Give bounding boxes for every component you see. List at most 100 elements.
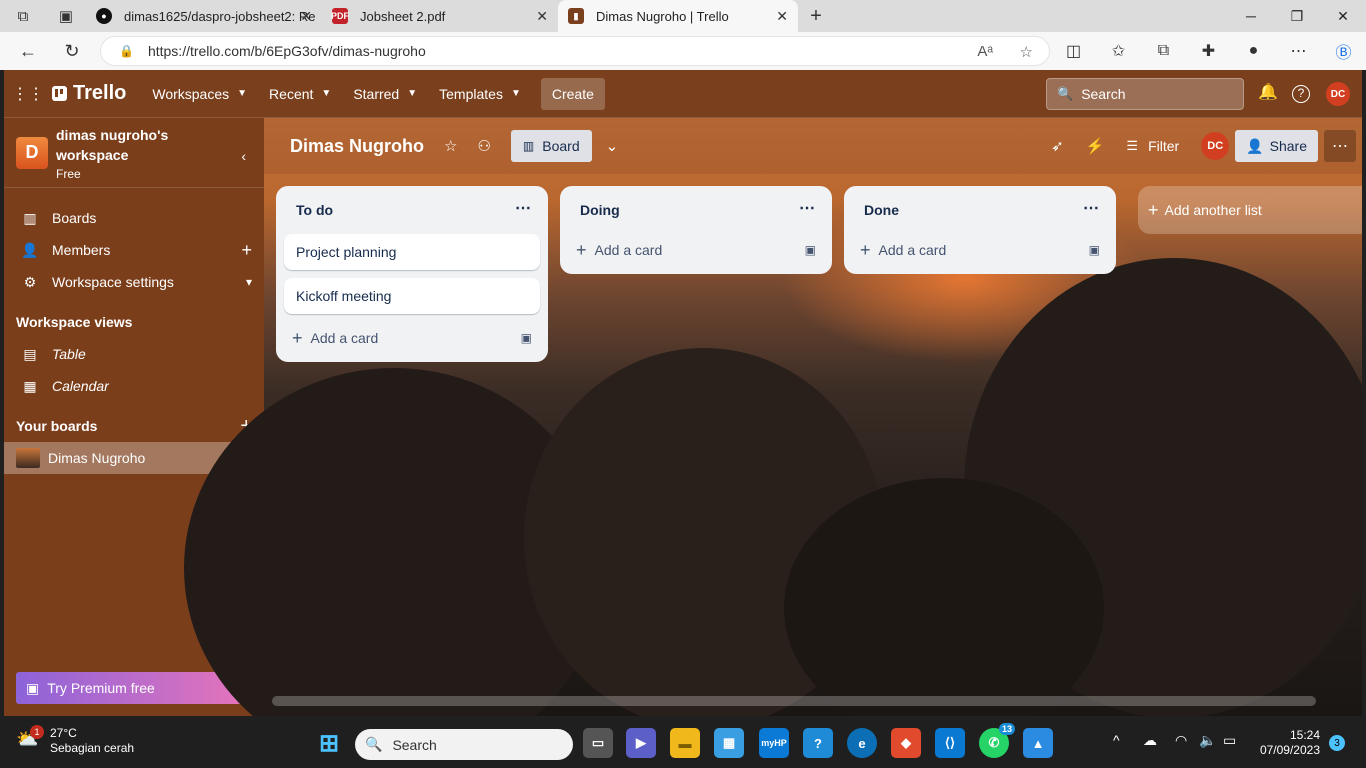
list-menu-icon[interactable]: ⋯ <box>515 198 532 218</box>
minimize-icon[interactable]: ─ <box>1228 0 1274 32</box>
app-switcher-icon[interactable]: ⋮⋮ <box>4 84 52 104</box>
sidebar-item-members[interactable]: 👤 Members + <box>4 234 264 266</box>
chevron-down-icon: ▼ <box>237 88 248 99</box>
chevron-down-icon[interactable]: ⌄ <box>606 137 619 155</box>
taskbar-search[interactable]: 🔍 Search <box>355 729 573 760</box>
horizontal-scrollbar[interactable] <box>272 696 1316 706</box>
volume-icon[interactable]: 🔈 <box>1199 732 1216 749</box>
sidebar-item-boards[interactable]: ▥ Boards <box>4 202 264 234</box>
read-aloud-icon[interactable]: Aᵃ <box>977 43 993 60</box>
whatsapp-icon[interactable]: ✆ 13 <box>979 723 1015 758</box>
table-icon: ▤ <box>23 345 37 362</box>
sidebar-item-calendar[interactable]: ▦ Calendar <box>4 370 264 402</box>
star-icon[interactable]: ☆ <box>444 137 457 155</box>
workspace-name[interactable]: dimas nugroho's workspace <box>56 125 186 165</box>
share-label: Share <box>1269 138 1307 154</box>
back-icon[interactable]: ← <box>6 32 50 70</box>
new-tab-button[interactable]: + <box>798 0 834 32</box>
share-button[interactable]: 👤 Share <box>1235 130 1318 162</box>
board-member-avatar[interactable]: DC <box>1201 132 1230 160</box>
vscode-icon[interactable]: ⟨⟩ <box>935 728 965 758</box>
collapse-sidebar-icon[interactable]: ‹ <box>241 148 246 164</box>
store-icon[interactable]: ▦ <box>714 728 744 758</box>
list-header[interactable]: Done ⋯ <box>844 186 1116 234</box>
menu-workspaces[interactable]: Workspaces ▼ <box>142 78 257 110</box>
photos-icon[interactable]: ▲ <box>1023 728 1053 758</box>
address-bar[interactable]: 🔒 https://trello.com/b/6EpG3ofv/dimas-nu… <box>100 36 1050 66</box>
edge-icon[interactable]: e <box>847 728 877 758</box>
refresh-icon[interactable]: ↻ <box>50 32 94 70</box>
restore-icon[interactable]: ❐ <box>1274 0 1320 32</box>
menu-recent[interactable]: Recent ▼ <box>259 78 341 110</box>
file-explorer-icon[interactable]: ▬ <box>670 728 700 758</box>
sidebar-item-table[interactable]: ▤ Table <box>4 338 264 370</box>
browser-tab-pdf[interactable]: PDF Jobsheet 2.pdf ✕ <box>322 0 558 32</box>
close-tab-icon[interactable]: ✕ <box>536 8 548 25</box>
copilot-icon[interactable]: Ⓑ <box>1321 39 1366 63</box>
close-window-icon[interactable]: ✕ <box>1320 0 1366 32</box>
card-template-icon[interactable]: ▣ <box>1089 243 1100 257</box>
task-view-icon[interactable]: ▭ <box>583 728 613 758</box>
browser-tab-trello[interactable]: ▮ Dimas Nugroho | Trello ✕ <box>558 0 798 32</box>
search-input[interactable]: 🔍 Search <box>1046 78 1244 110</box>
chevron-down-icon[interactable]: ▾ <box>246 275 252 289</box>
notifications-icon[interactable]: 🔔 <box>1258 82 1278 102</box>
system-clock[interactable]: 15:24 07/09/2023 <box>1260 728 1320 758</box>
teams-icon[interactable]: ▶ <box>626 728 656 758</box>
git-icon[interactable]: ◆ <box>891 728 921 758</box>
menu-templates[interactable]: Templates ▼ <box>429 78 531 110</box>
list-header[interactable]: To do ⋯ <box>276 186 548 234</box>
list-menu-icon[interactable]: ⋯ <box>1083 198 1100 218</box>
account-avatar[interactable]: DC <box>1326 82 1350 106</box>
filter-button[interactable]: ☰ Filter <box>1126 138 1179 154</box>
card-template-icon[interactable]: ▣ <box>805 243 816 257</box>
search-placeholder: Search <box>392 736 437 753</box>
workspaces-icon[interactable]: ⧉ <box>0 0 46 32</box>
more-icon[interactable]: ⋯ <box>1276 41 1321 61</box>
add-another-list-button[interactable]: + Add another list <box>1138 186 1362 234</box>
add-card-button[interactable]: + Add a card ▣ <box>844 234 1116 266</box>
wifi-icon[interactable]: ◠ <box>1175 732 1187 749</box>
list-menu-icon[interactable]: ⋯ <box>799 198 816 218</box>
board-title[interactable]: Dimas Nugroho <box>290 136 424 157</box>
favorite-star-icon[interactable]: ☆ <box>1020 43 1033 61</box>
start-icon[interactable]: ⊞ <box>314 728 344 758</box>
clock-time: 15:24 <box>1289 728 1320 742</box>
split-screen-icon[interactable]: ◫ <box>1051 41 1096 61</box>
create-button[interactable]: Create <box>540 77 605 110</box>
card-template-icon[interactable]: ▣ <box>521 331 532 345</box>
card[interactable]: Project planning <box>284 234 540 270</box>
list-header[interactable]: Doing ⋯ <box>560 186 832 234</box>
weather-widget[interactable]: ⛅ 1 27°C Sebagian cerah <box>16 725 134 756</box>
cloud-icon[interactable]: ☁ <box>1143 732 1157 749</box>
chevron-up-icon[interactable]: ^ <box>1113 732 1120 748</box>
myhp-icon[interactable]: myHP <box>759 728 789 758</box>
board-view-button[interactable]: ▥ Board <box>510 130 592 162</box>
vertical-tabs-icon[interactable]: ▣ <box>46 0 86 32</box>
add-member-icon[interactable]: + <box>241 240 252 261</box>
try-premium-button[interactable]: ▣ Try Premium free <box>16 672 248 704</box>
visibility-icon[interactable]: ⚇ <box>477 137 490 155</box>
trello-logo[interactable]: Trello <box>52 82 126 105</box>
add-card-button[interactable]: + Add a card ▣ <box>276 322 548 354</box>
notification-badge[interactable]: 3 <box>1329 735 1345 751</box>
menu-starred[interactable]: Starred ▼ <box>343 78 427 110</box>
close-tab-icon[interactable]: ✕ <box>300 8 312 25</box>
sidebar-item-workspace-settings[interactable]: ⚙ Workspace settings ▾ <box>4 266 264 298</box>
extensions-icon[interactable]: ✚ <box>1186 41 1231 61</box>
board-menu-button[interactable]: ⋯ <box>1324 130 1356 162</box>
favorites-icon[interactable]: ✩ <box>1096 41 1141 61</box>
temperature: 27°C <box>50 726 77 740</box>
power-ups-icon[interactable]: ➶ <box>1051 137 1064 155</box>
help-icon[interactable]: ? <box>1292 85 1310 103</box>
plus-icon: + <box>292 327 303 348</box>
card[interactable]: Kickoff meeting <box>284 278 540 314</box>
close-tab-icon[interactable]: ✕ <box>776 8 788 25</box>
tips-icon[interactable]: ? <box>803 728 833 758</box>
browser-tab-github[interactable]: ● dimas1625/daspro-jobsheet2: Re ✕ <box>86 0 322 32</box>
battery-icon[interactable]: ▭ <box>1223 732 1236 749</box>
automation-icon[interactable]: ⚡ <box>1086 137 1105 155</box>
add-card-button[interactable]: + Add a card ▣ <box>560 234 832 266</box>
profile-icon[interactable]: ● <box>1231 42 1276 60</box>
collections-icon[interactable]: ⧉ <box>1141 42 1186 60</box>
